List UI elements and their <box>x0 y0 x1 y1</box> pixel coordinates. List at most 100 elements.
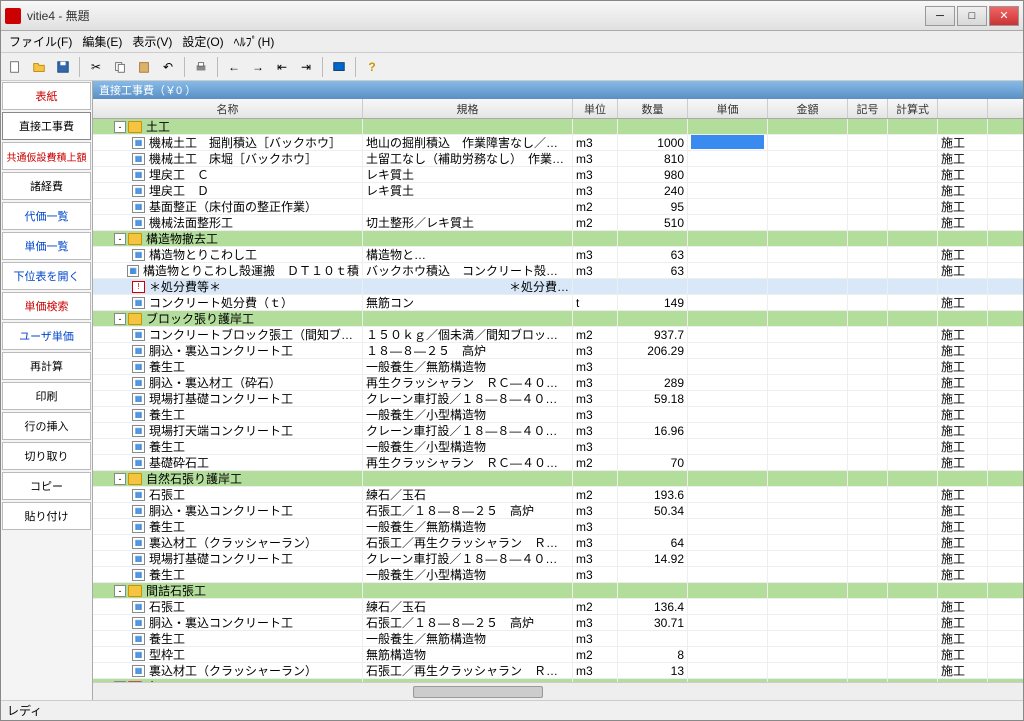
save-icon[interactable] <box>53 57 73 77</box>
table-row[interactable]: ▦裏込材工（クラッシャーラン）石張工／再生クラッシャラン ＲＣ…m313施工 <box>93 663 1023 679</box>
sidebar-item-7[interactable]: 単価検索 <box>2 292 91 320</box>
table-row[interactable]: -自然石張り護岸工 <box>93 471 1023 487</box>
table-row[interactable]: -土工 <box>93 119 1023 135</box>
table-row[interactable]: ▦石張工練石／玉石m2136.4施工 <box>93 599 1023 615</box>
row-price[interactable] <box>688 423 768 439</box>
col-price[interactable]: 単価 <box>688 99 768 118</box>
col-unit[interactable]: 単位 <box>573 99 618 118</box>
table-row[interactable]: ▦コンクリートブロック張工（間知ブ…１５０ｋｇ／個未満／間知ブロック …m293… <box>93 327 1023 343</box>
sidebar-item-3[interactable]: 諸経費 <box>2 172 91 200</box>
sidebar-item-4[interactable]: 代価一覧 <box>2 202 91 230</box>
table-row[interactable]: ▦基面整正（床付面の整正作業）m295施工 <box>93 199 1023 215</box>
row-price[interactable] <box>688 359 768 375</box>
row-price[interactable] <box>688 119 768 135</box>
menu-file[interactable]: ファイル(F) <box>5 31 76 52</box>
table-row[interactable]: ▦基礎砕石工再生クラッシャラン ＲＣ―４０／…m270施工 <box>93 455 1023 471</box>
row-price[interactable] <box>688 215 768 231</box>
table-row[interactable]: ▦機械法面整形工切土整形／レキ質土m2510施工 <box>93 215 1023 231</box>
minimize-button[interactable]: ─ <box>925 6 955 26</box>
row-price[interactable] <box>688 455 768 471</box>
table-row[interactable]: ▦現場打基礎コンクリート工クレーン車打設／１８―８―４０ 高炉m314.92施工 <box>93 551 1023 567</box>
sidebar-item-14[interactable]: 貼り付け <box>2 502 91 530</box>
row-price[interactable] <box>688 551 768 567</box>
close-button[interactable]: ✕ <box>989 6 1019 26</box>
sidebar-item-6[interactable]: 下位表を開く <box>2 262 91 290</box>
col-name[interactable]: 名称 <box>93 99 363 118</box>
table-row[interactable]: ▦裏込材工（クラッシャーラン）石張工／再生クラッシャラン ＲＣ…m364施工 <box>93 535 1023 551</box>
open-icon[interactable] <box>29 57 49 77</box>
table-row[interactable]: ▦養生工一般養生／無筋構造物m3施工 <box>93 631 1023 647</box>
print-icon[interactable] <box>191 57 211 77</box>
table-row[interactable]: -ブロック張り護岸工 <box>93 311 1023 327</box>
row-price[interactable] <box>688 631 768 647</box>
horizontal-scrollbar[interactable] <box>93 682 1023 700</box>
sidebar-item-12[interactable]: 切り取り <box>2 442 91 470</box>
table-row[interactable]: -構造物撤去工 <box>93 231 1023 247</box>
row-price[interactable] <box>688 183 768 199</box>
row-price[interactable] <box>688 247 768 263</box>
table-row[interactable]: ▦機械土工 掘削積込［バックホウ］地山の掘削積込 作業障害なし／レ…m31000… <box>93 135 1023 151</box>
row-price[interactable] <box>688 343 768 359</box>
sidebar-item-10[interactable]: 印刷 <box>2 382 91 410</box>
collapse-icon[interactable]: - <box>114 585 126 597</box>
col-amt[interactable]: 金額 <box>768 99 848 118</box>
table-row[interactable]: ▦機械土工 床堀［バックホウ］土留工なし（補助労務なし） 作業…m3810施工 <box>93 151 1023 167</box>
row-price[interactable] <box>688 535 768 551</box>
table-row[interactable]: -間詰石張工 <box>93 583 1023 599</box>
copy-icon[interactable] <box>110 57 130 77</box>
table-row[interactable]: ▦構造物とりこわし殻運搬 ＤＴ１０ｔ積バックホウ積込 コンクリート殻（…m363… <box>93 263 1023 279</box>
arrow-leftmost-icon[interactable]: ⇤ <box>272 57 292 77</box>
row-price[interactable] <box>688 503 768 519</box>
table-row[interactable]: ▦埋戻工 Ｄレキ質土m3240施工 <box>93 183 1023 199</box>
row-price[interactable] <box>688 199 768 215</box>
table-row[interactable]: ▦養生工一般養生／小型構造物m3施工 <box>93 567 1023 583</box>
sidebar-item-9[interactable]: 再計算 <box>2 352 91 380</box>
table-row[interactable]: ▦石張工練石／玉石m2193.6施工 <box>93 487 1023 503</box>
undo-icon[interactable]: ↶ <box>158 57 178 77</box>
row-price[interactable] <box>688 599 768 615</box>
table-row[interactable]: !＊処分費等＊＊処分費… <box>93 279 1023 295</box>
row-price[interactable] <box>688 135 768 151</box>
col-calc[interactable]: 計算式 <box>888 99 938 118</box>
row-price[interactable] <box>688 295 768 311</box>
collapse-icon[interactable]: - <box>114 473 126 485</box>
sidebar-item-5[interactable]: 単価一覧 <box>2 232 91 260</box>
row-price[interactable] <box>688 583 768 599</box>
collapse-icon[interactable]: - <box>114 121 126 133</box>
row-price[interactable] <box>688 375 768 391</box>
maximize-button[interactable]: □ <box>957 6 987 26</box>
paste-icon[interactable] <box>134 57 154 77</box>
col-sym[interactable]: 記号 <box>848 99 888 118</box>
new-icon[interactable] <box>5 57 25 77</box>
grid-body[interactable]: -土工▦機械土工 掘削積込［バックホウ］地山の掘削積込 作業障害なし／レ…m31… <box>93 119 1023 682</box>
sidebar-item-2[interactable]: 共通仮設費積上額 <box>2 142 91 170</box>
table-row[interactable]: ▦胴込・裏込コンクリート工石張工／１８―８―２５ 高炉m350.34施工 <box>93 503 1023 519</box>
menu-settings[interactable]: 設定(O) <box>178 31 227 52</box>
collapse-icon[interactable]: - <box>114 233 126 245</box>
menu-edit[interactable]: 編集(E) <box>78 31 126 52</box>
price-input[interactable] <box>691 135 764 149</box>
menu-help[interactable]: ﾍﾙﾌﾟ(H) <box>230 31 279 52</box>
table-row[interactable]: ▦胴込・裏込材工（砕石）再生クラッシャラン ＲＣ―４０／…m3289施工 <box>93 375 1023 391</box>
row-price[interactable] <box>688 615 768 631</box>
table-row[interactable]: ▦現場打天端コンクリート工クレーン車打設／１８―８―４０ 高炉m316.96施工 <box>93 423 1023 439</box>
table-row[interactable]: ▦埋戻工 Ｃレキ質土m3980施工 <box>93 167 1023 183</box>
sidebar-item-8[interactable]: ユーザ単価 <box>2 322 91 350</box>
arrow-left-icon[interactable]: ← <box>224 57 244 77</box>
table-row[interactable]: ▦胴込・裏込コンクリート工石張工／１８―８―２５ 高炉m330.71施工 <box>93 615 1023 631</box>
row-price[interactable] <box>688 439 768 455</box>
row-price[interactable] <box>688 327 768 343</box>
row-price[interactable] <box>688 231 768 247</box>
menu-view[interactable]: 表示(V) <box>128 31 176 52</box>
table-row[interactable]: ▦構造物とりこわし工構造物と…m363施工 <box>93 247 1023 263</box>
row-price[interactable] <box>688 391 768 407</box>
row-price[interactable] <box>688 519 768 535</box>
table-row[interactable]: ▦養生工一般養生／小型構造物m3施工 <box>93 407 1023 423</box>
screen-icon[interactable] <box>329 57 349 77</box>
col-ext[interactable] <box>938 99 988 118</box>
table-row[interactable]: ▦現場打基礎コンクリート工クレーン車打設／１８―８―４０ 高炉m359.18施工 <box>93 391 1023 407</box>
row-price[interactable] <box>688 471 768 487</box>
row-price[interactable] <box>688 407 768 423</box>
arrow-rightmost-icon[interactable]: ⇥ <box>296 57 316 77</box>
table-row[interactable]: ▦養生工一般養生／無筋構造物m3施工 <box>93 359 1023 375</box>
